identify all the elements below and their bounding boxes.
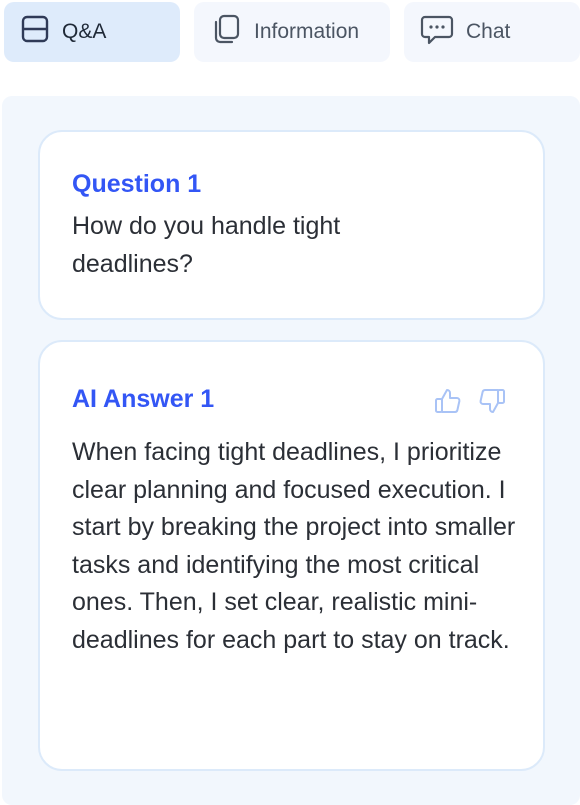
chat-bubble-icon xyxy=(420,13,454,51)
tab-chat-label: Chat xyxy=(466,20,511,43)
panel-layout-icon xyxy=(20,14,50,50)
answer-text: When facing tight deadlines, I prioritiz… xyxy=(72,438,516,654)
tab-chat[interactable]: Chat xyxy=(404,2,580,62)
copy-documents-icon xyxy=(210,13,242,51)
qa-panel: Question 1 How do you handle tight deadl… xyxy=(2,96,580,805)
tab-bar: Q&A Information Chat xyxy=(0,0,580,66)
tab-qa[interactable]: Q&A xyxy=(4,2,180,62)
question-title: Question 1 xyxy=(72,170,202,198)
tab-qa-label: Q&A xyxy=(62,20,107,43)
feedback-buttons xyxy=(433,386,507,416)
question-card: Question 1 How do you handle tight deadl… xyxy=(38,130,545,320)
thumbs-up-icon[interactable] xyxy=(433,386,463,416)
tab-information[interactable]: Information xyxy=(194,2,390,62)
thumbs-down-icon[interactable] xyxy=(477,386,507,416)
answer-card: AI Answer 1 When facing tight deadlines,… xyxy=(38,340,545,771)
question-text: How do you handle tight deadlines? xyxy=(72,212,341,278)
answer-title: AI Answer 1 xyxy=(72,385,215,413)
tab-information-label: Information xyxy=(254,20,360,43)
